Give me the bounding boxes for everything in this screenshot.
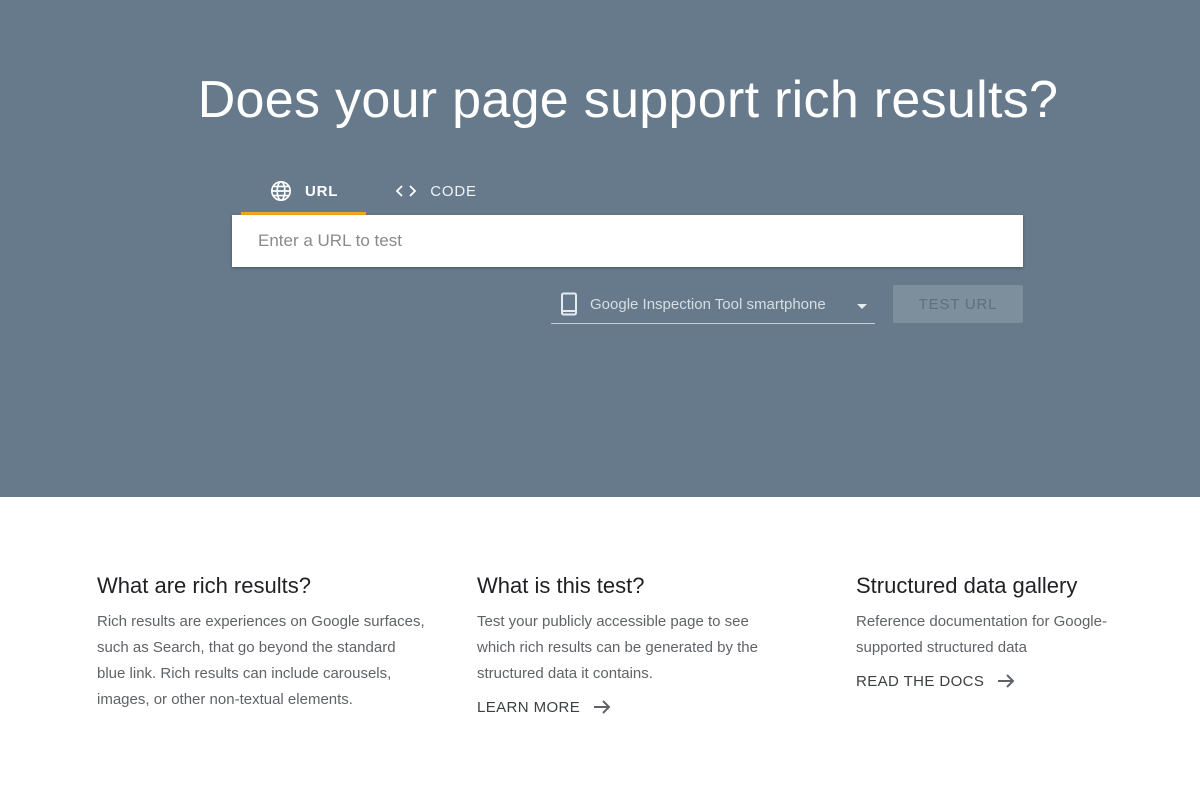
info-column-rich-results: What are rich results? Rich results are … [97,573,427,713]
device-select[interactable]: Google Inspection Tool smartphone [551,285,875,324]
info-heading: What are rich results? [97,573,311,598]
tab-url[interactable]: URL [241,166,367,216]
learn-more-label: LEARN MORE [477,698,581,716]
info-heading: What is this test? [477,573,645,598]
hero-section: Does your page support rich results? URL [0,0,1200,497]
device-select-value: Google Inspection Tool smartphone [590,295,826,313]
tab-code-label: CODE [430,182,477,200]
info-heading: Structured data gallery [856,573,1078,598]
read-the-docs-link[interactable]: READ THE DOCS [856,671,1016,691]
url-input-container [232,215,1023,267]
info-column-test: What is this test? Test your publicly ac… [477,573,777,717]
globe-icon [269,179,293,203]
code-icon [394,179,418,203]
info-body: Rich results are experiences on Google s… [97,613,425,708]
page-title: Does your page support rich results? [197,71,1059,129]
info-column-gallery: Structured data gallery Reference docume… [856,573,1126,691]
info-body: Test your publicly accessible page to se… [477,613,758,682]
chevron-down-icon [857,303,867,309]
tab-url-label: URL [305,182,339,200]
test-url-button[interactable]: TEST URL [893,285,1023,323]
learn-more-link[interactable]: LEARN MORE [477,697,612,717]
read-the-docs-label: READ THE DOCS [856,672,985,690]
input-mode-tabs: URL CODE [241,166,505,216]
info-body: Reference documentation for Google-suppo… [856,613,1107,656]
arrow-right-icon [996,671,1016,691]
url-input[interactable] [258,231,1023,251]
arrow-right-icon [592,697,612,717]
tab-code[interactable]: CODE [366,166,505,216]
smartphone-icon [560,292,578,316]
